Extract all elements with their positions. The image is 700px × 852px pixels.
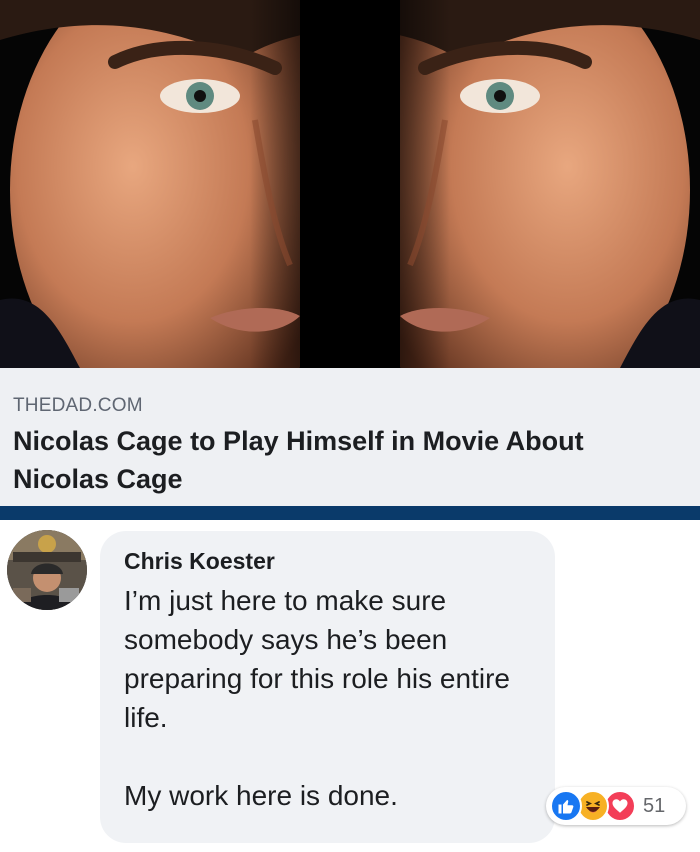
avatar[interactable] [7, 530, 87, 610]
comment-text: I’m just here to make sure somebody says… [124, 585, 510, 811]
mirrored-face-photo [0, 0, 700, 368]
link-domain: THEDAD.COM [13, 395, 143, 416]
comment-author[interactable]: Chris Koester [124, 547, 531, 575]
link-headline[interactable]: Nicolas Cage to Play Himself in Movie Ab… [13, 422, 687, 498]
reactions-summary[interactable]: 51 [546, 787, 686, 825]
link-preview-image[interactable] [0, 0, 700, 368]
comment-bubble: Chris Koester I’m just here to make sure… [100, 531, 555, 843]
link-preview-meta[interactable]: THEDAD.COM Nicolas Cage to Play Himself … [0, 368, 700, 506]
like-icon [550, 790, 582, 822]
user-avatar-photo [7, 530, 87, 610]
reaction-count: 51 [643, 794, 666, 817]
link-divider [0, 506, 700, 520]
